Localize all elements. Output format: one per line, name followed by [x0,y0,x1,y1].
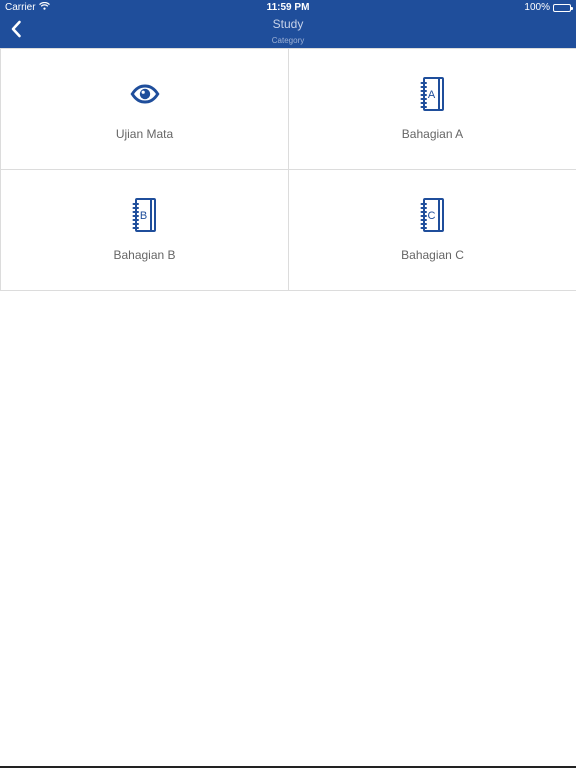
page-subtitle: Category [271,36,305,45]
page-title: Study [272,17,304,31]
battery-indicator: 100% [524,0,573,16]
tile-bahagian-b[interactable]: B Bahagian B [0,169,289,291]
notebook-letter: C [427,210,435,222]
tile-label: Bahagian C [401,248,464,262]
category-grid: Ujian Mata A Bahagian A B Bahagian B C B… [0,48,576,291]
notebook-b-icon: B [131,197,159,233]
eye-icon [129,76,161,112]
notebook-letter: A [427,89,435,101]
navigation-bar: Carrier 11:59 PM 100% Study Category [0,0,576,48]
tile-label: Bahagian B [113,248,176,262]
battery-percentage: 100% [524,2,550,13]
tile-ujian-mata[interactable]: Ujian Mata [0,48,289,170]
battery-icon [553,4,573,12]
notebook-a-icon: A [419,76,447,112]
tile-bahagian-a[interactable]: A Bahagian A [288,48,576,170]
notebook-letter: B [139,210,146,222]
status-bar: Carrier 11:59 PM 100% [0,0,576,16]
tile-label: Bahagian A [401,127,464,141]
tile-label: Ujian Mata [115,127,174,141]
status-time: 11:59 PM [266,2,310,13]
notebook-c-icon: C [419,197,447,233]
tile-bahagian-c[interactable]: C Bahagian C [288,169,576,291]
